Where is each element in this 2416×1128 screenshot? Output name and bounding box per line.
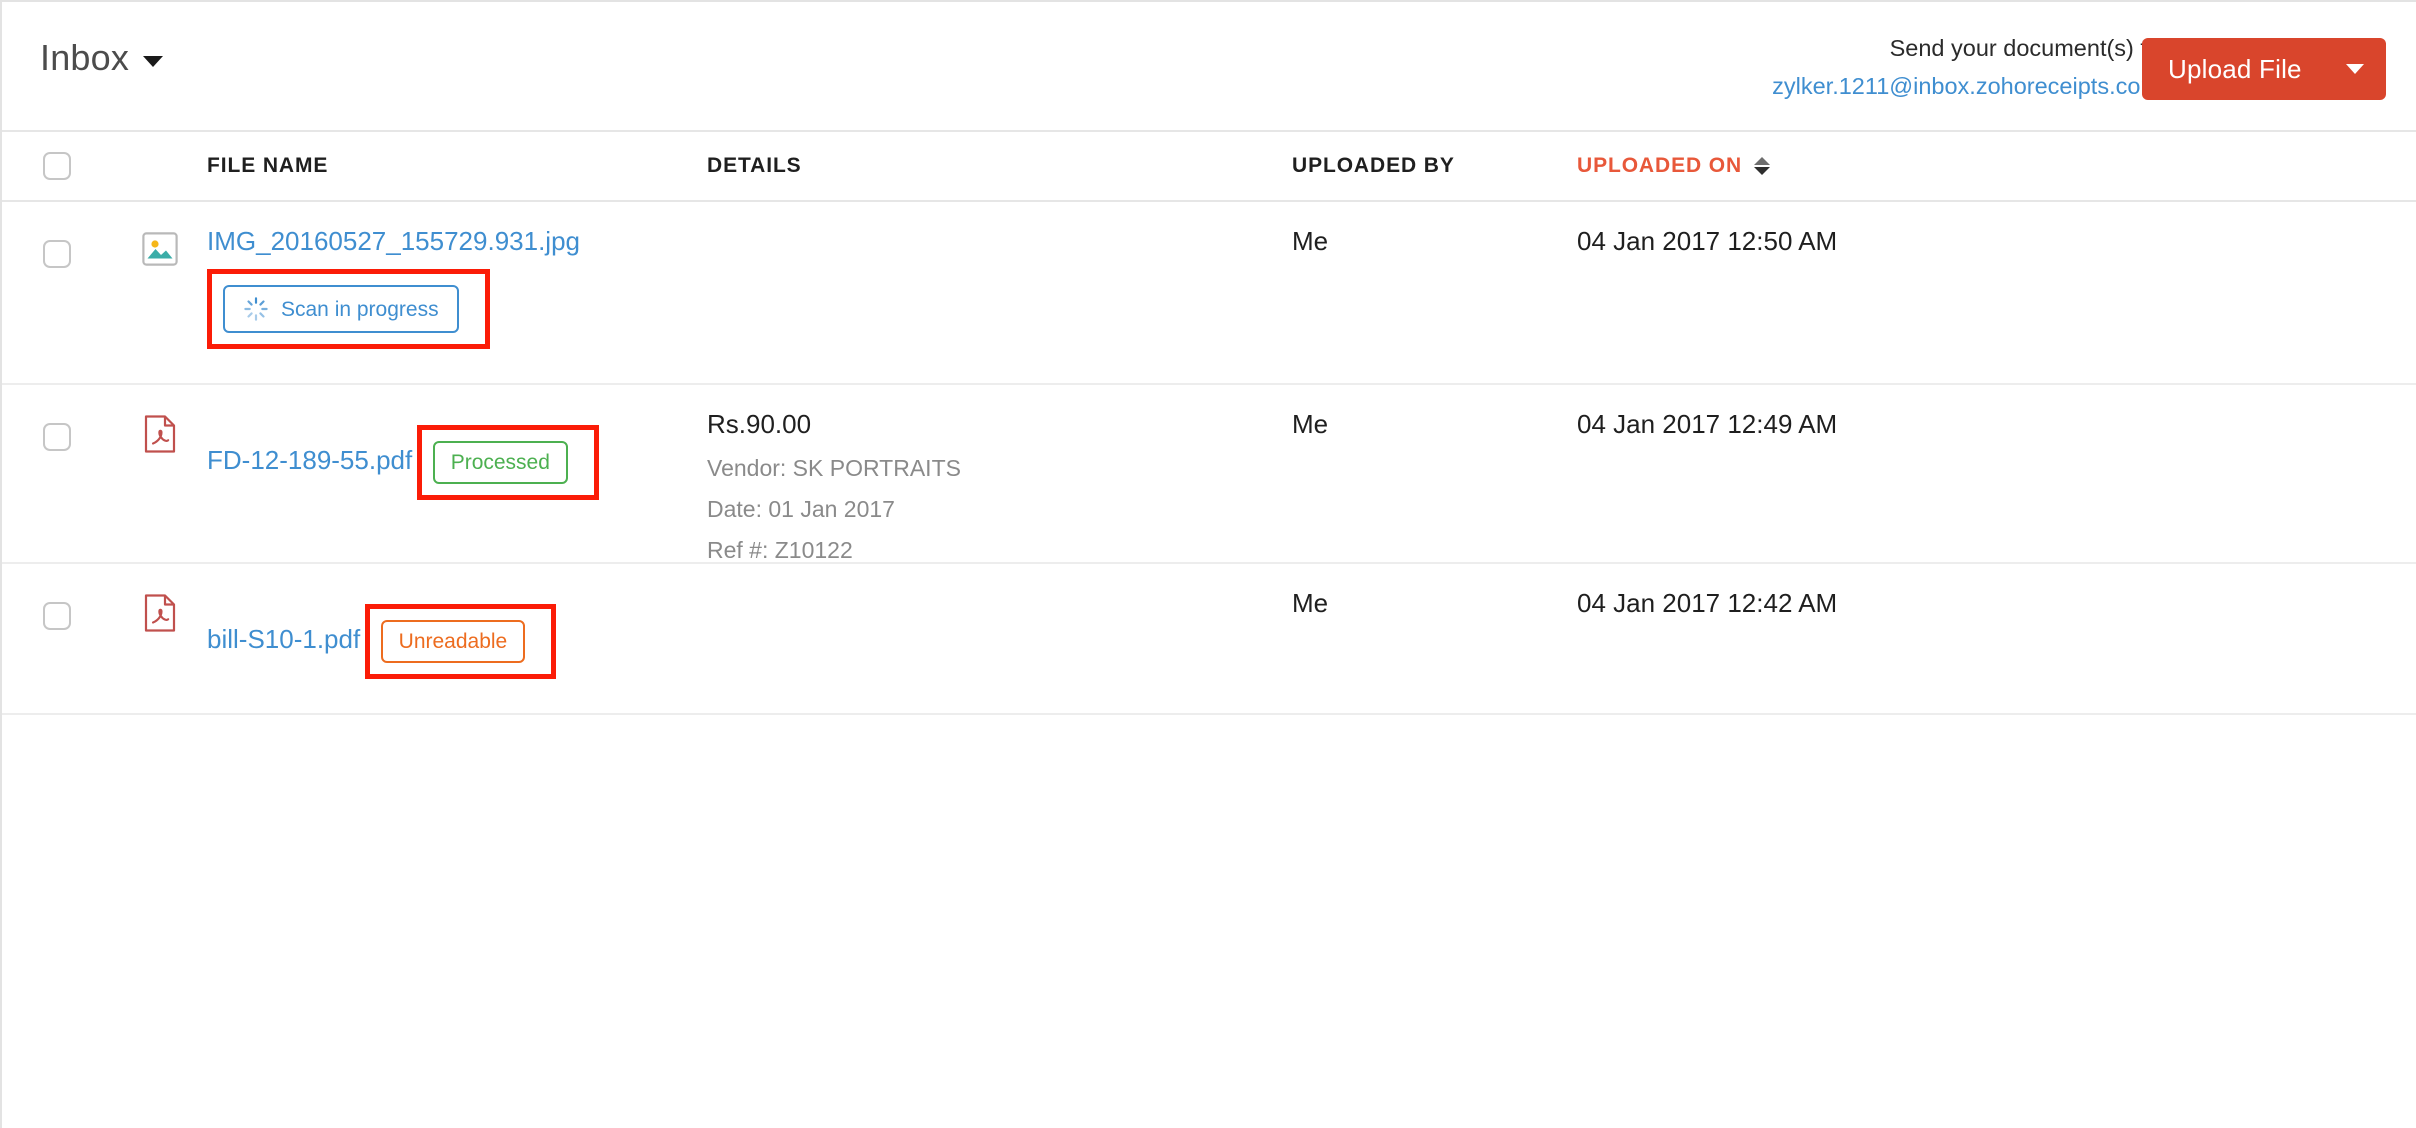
column-header-file-name[interactable]: FILE NAME bbox=[207, 154, 328, 177]
file-name-link[interactable]: IMG_20160527_155729.931.jpg bbox=[207, 228, 580, 255]
column-header-details[interactable]: DETAILS bbox=[707, 154, 802, 177]
file-name-cell: bill-S10-1.pdf Unreadable bbox=[207, 590, 707, 713]
file-name-link[interactable]: bill-S10-1.pdf bbox=[207, 626, 360, 653]
upload-file-dropdown[interactable] bbox=[2324, 38, 2386, 100]
uploaded-on-value: 04 Jan 2017 12:42 AM bbox=[1577, 588, 1837, 618]
spinner-icon bbox=[243, 296, 269, 322]
send-documents-block: Send your document(s) to zylker.1211@inb… bbox=[1772, 32, 2160, 103]
status-highlight-box: Processed bbox=[417, 425, 599, 500]
row-checkbox[interactable] bbox=[43, 602, 71, 630]
select-all-cell bbox=[2, 152, 112, 180]
row-select-cell bbox=[2, 228, 112, 383]
select-all-checkbox[interactable] bbox=[43, 152, 71, 180]
inbox-page: Inbox Send your document(s) to zylker.12… bbox=[0, 0, 2416, 1128]
file-type-cell bbox=[112, 228, 207, 383]
detail-reference: Ref #: Z10122 bbox=[707, 538, 1292, 562]
chevron-down-icon[interactable] bbox=[143, 56, 163, 67]
status-highlight-box: Scan in progress bbox=[207, 269, 490, 349]
status-badge[interactable]: Unreadable bbox=[381, 620, 526, 663]
status-highlight-box: Unreadable bbox=[365, 604, 557, 679]
column-header-uploaded-by[interactable]: UPLOADED BY bbox=[1292, 154, 1455, 177]
status-badge-label: Processed bbox=[451, 452, 550, 473]
uploaded-on-cell: 04 Jan 2017 12:42 AM bbox=[1577, 590, 2416, 713]
details-cell bbox=[707, 590, 1292, 713]
uploaded-by-value: Me bbox=[1292, 588, 1328, 618]
upload-file-label: Upload File bbox=[2168, 54, 2302, 85]
caret-down-icon bbox=[2346, 64, 2364, 74]
uploaded-by-value: Me bbox=[1292, 226, 1328, 256]
row-checkbox[interactable] bbox=[43, 240, 71, 268]
uploaded-on-cell: 04 Jan 2017 12:49 AM bbox=[1577, 411, 2416, 562]
page-title: Inbox bbox=[40, 40, 129, 76]
file-name-cell: IMG_20160527_155729.931.jpg bbox=[207, 228, 707, 383]
detail-amount: Rs.90.00 bbox=[707, 411, 1292, 438]
uploaded-on-value: 04 Jan 2017 12:50 AM bbox=[1577, 226, 1837, 256]
uploaded-on-value: 04 Jan 2017 12:49 AM bbox=[1577, 409, 1837, 439]
uploaded-by-cell: Me bbox=[1292, 590, 1577, 713]
send-documents-label: Send your document(s) to bbox=[1772, 32, 2160, 64]
detail-vendor: Vendor: SK PORTRAITS bbox=[707, 456, 1292, 480]
row-checkbox[interactable] bbox=[43, 423, 71, 451]
inbox-email-link[interactable]: zylker.1211@inbox.zohoreceipts.com bbox=[1772, 70, 2160, 102]
uploaded-by-cell: Me bbox=[1292, 411, 1577, 562]
status-badge-label: Unreadable bbox=[399, 631, 508, 652]
view-selector[interactable]: Inbox bbox=[40, 40, 163, 76]
uploaded-by-cell: Me bbox=[1292, 228, 1577, 383]
column-header-uploaded-on-label: UPLOADED ON bbox=[1577, 154, 1742, 178]
pdf-file-icon bbox=[144, 594, 176, 632]
detail-date: Date: 01 Jan 2017 bbox=[707, 497, 1292, 521]
table-row[interactable]: IMG_20160527_155729.931.jpg bbox=[2, 202, 2416, 385]
status-badge[interactable]: Processed bbox=[433, 441, 568, 484]
details-cell bbox=[707, 228, 1292, 383]
image-file-icon bbox=[142, 232, 178, 266]
column-header-uploaded-on[interactable]: UPLOADED ON bbox=[1577, 154, 1770, 178]
row-select-cell bbox=[2, 411, 112, 562]
sort-updown-icon[interactable] bbox=[1754, 157, 1770, 175]
table-header-row: FILE NAME DETAILS UPLOADED BY UPLOADED O… bbox=[2, 132, 2416, 202]
row-select-cell bbox=[2, 590, 112, 713]
details-cell: Rs.90.00 Vendor: SK PORTRAITS Date: 01 J… bbox=[707, 411, 1292, 562]
uploaded-on-cell: 04 Jan 2017 12:50 AM bbox=[1577, 228, 2416, 383]
file-type-cell bbox=[112, 411, 207, 562]
table-row[interactable]: FD-12-189-55.pdf Processed Rs.90.00 Vend… bbox=[2, 385, 2416, 564]
file-name-link[interactable]: FD-12-189-55.pdf bbox=[207, 447, 412, 474]
upload-file-button[interactable]: Upload File bbox=[2142, 38, 2386, 100]
page-header: Inbox Send your document(s) to zylker.12… bbox=[2, 2, 2416, 132]
table-row[interactable]: bill-S10-1.pdf Unreadable Me 04 Jan 2017… bbox=[2, 564, 2416, 715]
status-badge[interactable]: Scan in progress bbox=[223, 285, 459, 333]
file-type-cell bbox=[112, 590, 207, 713]
files-table: FILE NAME DETAILS UPLOADED BY UPLOADED O… bbox=[2, 132, 2416, 715]
status-badge-label: Scan in progress bbox=[281, 299, 439, 320]
file-name-cell: FD-12-189-55.pdf Processed bbox=[207, 411, 707, 562]
pdf-file-icon bbox=[144, 415, 176, 453]
uploaded-by-value: Me bbox=[1292, 409, 1328, 439]
